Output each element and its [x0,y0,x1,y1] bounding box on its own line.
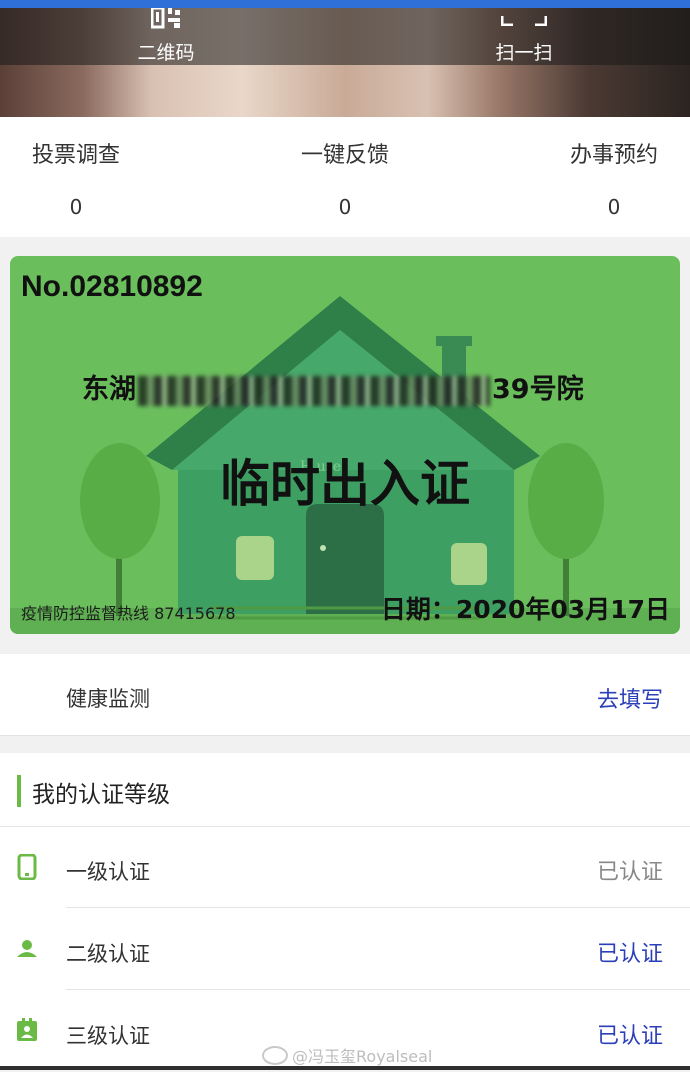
health-monitoring-label: 健康监测 [66,687,150,711]
qr-code-button[interactable]: 二维码 [111,8,221,65]
cert-level-1-row[interactable]: 一级认证 已认证 [0,826,690,908]
certification-section: 我的认证等级 一级认证 已认证 二级认证 已认证 三级认证 已认证 [0,753,690,1070]
phone-icon [17,854,37,880]
pass-date: 日期：2020年03月17日 [380,595,670,624]
counter-feedback[interactable]: 一键反馈 0 [260,137,430,219]
hero-banner: 二维码 扫一扫 [0,8,690,117]
watermark-text: @冯玉玺Royalseal [292,1047,433,1066]
cert-level-2-row[interactable]: 二级认证 已认证 [0,908,690,990]
cert-status: 已认证 [596,1024,663,1049]
address-redaction [138,375,490,406]
cert-status: 已认证 [596,942,663,967]
pass-number: No.02810892 [21,270,203,303]
certification-title: 我的认证等级 [32,782,170,808]
top-status-strip [0,0,690,8]
counter-vote-survey[interactable]: 投票调查 0 [0,137,161,219]
cert-level-label: 一级认证 [66,860,150,884]
cert-status: 已认证 [596,860,663,885]
counter-value: 0 [69,195,83,219]
pass-address: 东湖 39号院 [82,367,584,406]
id-badge-icon [17,1018,37,1041]
section-accent-bar [17,775,21,807]
stats-counters: 投票调查 0 一键反馈 0 办事预约 0 [0,117,690,237]
weibo-icon [262,1046,288,1065]
qr-code-label: 二维码 [137,42,195,64]
qr-code-icon [151,8,180,29]
cert-level-label: 二级认证 [66,942,150,966]
address-suffix: 39号院 [492,374,584,405]
counter-label: 办事预约 [569,143,658,168]
health-monitoring-row[interactable]: 健康监测 去填写 [0,654,690,736]
scan-icon [501,16,547,26]
counter-value: 0 [338,195,352,219]
cert-level-label: 三级认证 [66,1024,150,1048]
pass-hotline: 疫情防控监督热线 87415678 [21,604,236,623]
fill-in-link[interactable]: 去填写 [597,682,663,714]
counter-value: 0 [607,195,621,219]
scan-button[interactable]: 扫一扫 [469,8,579,65]
temporary-pass-card: H use No.02810892 东湖 39号院 临时出入证 疫情防控监督热线 … [10,256,680,634]
watermark: @冯玉玺Royalseal [262,1043,432,1067]
scan-label: 扫一扫 [495,42,553,64]
bottom-edge [0,1066,690,1070]
counter-label: 一键反馈 [300,143,389,168]
person-icon [17,940,37,957]
certification-header: 我的认证等级 [0,753,690,827]
counter-label: 投票调查 [31,143,120,168]
counter-appointment[interactable]: 办事预约 0 [529,137,690,219]
pass-title: 临时出入证 [220,455,470,513]
address-prefix: 东湖 [82,374,136,405]
